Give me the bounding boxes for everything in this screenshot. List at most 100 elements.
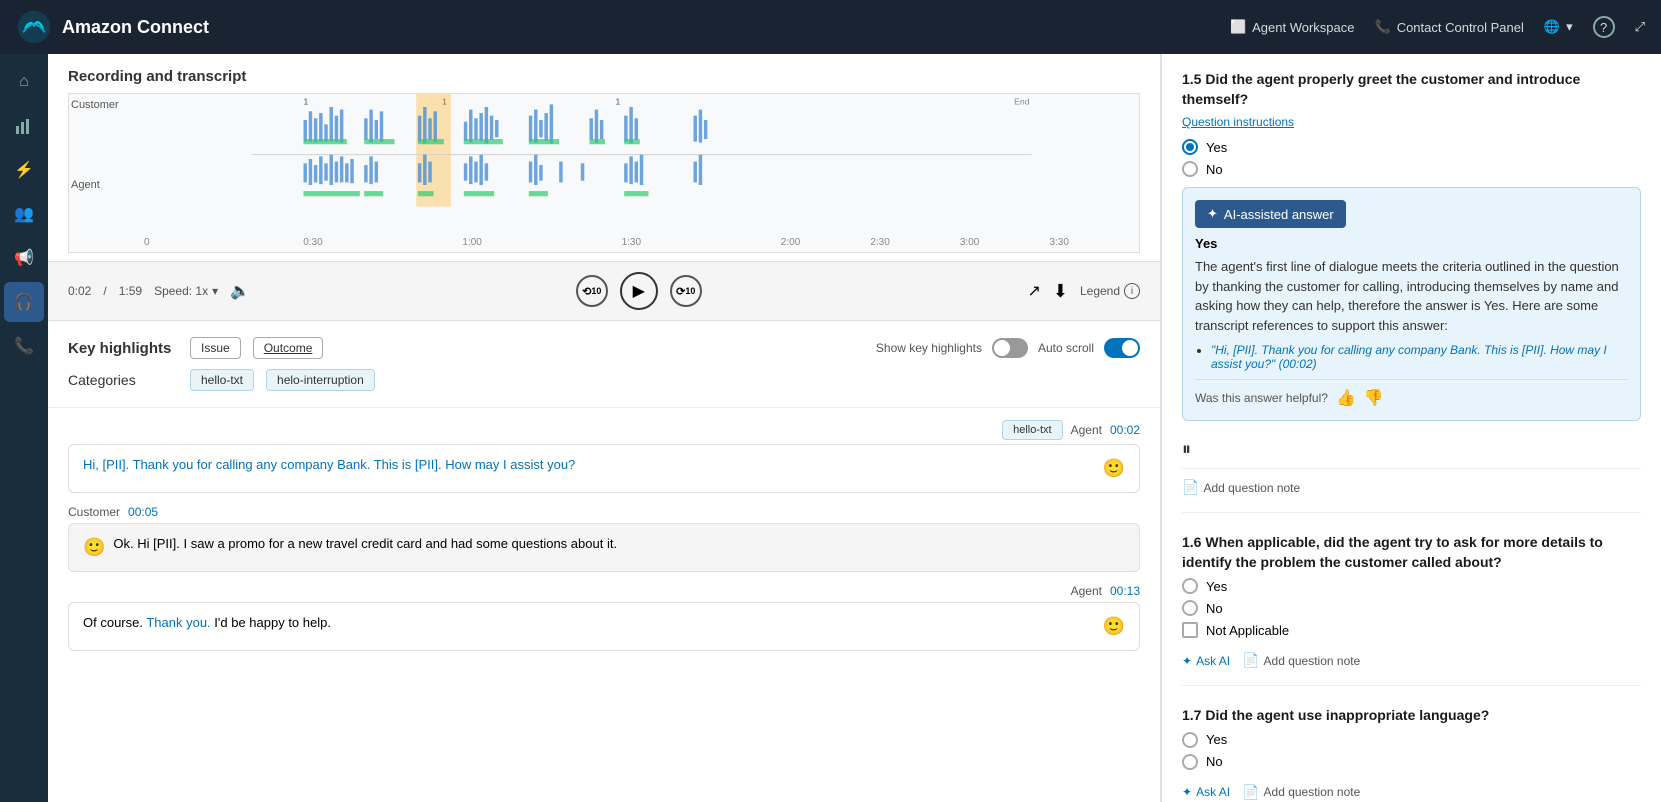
radio-label-no-1-7: No [1206, 754, 1223, 769]
checkbox-label-na-1-6: Not Applicable [1206, 623, 1289, 638]
radio-label-no-1-6: No [1206, 601, 1223, 616]
radio-no-1-6[interactable]: No [1182, 600, 1641, 616]
sidebar-item-analytics[interactable] [4, 106, 44, 146]
radio-yes-1-6[interactable]: Yes [1182, 578, 1641, 594]
play-button[interactable]: ▶ [620, 272, 658, 310]
waveform-area[interactable]: Customer Agent 1 1 1 End [68, 93, 1140, 253]
question-1-7: 1.7 Did the agent use inappropriate lang… [1182, 706, 1641, 802]
globe-icon: 🌐 [1544, 19, 1560, 35]
expand-icon: ⤢ [1635, 19, 1645, 35]
question-1-6-title: 1.6 When applicable, did the agent try t… [1182, 533, 1641, 572]
forward-10-button[interactable]: ⟳10 [670, 275, 702, 307]
language-selector[interactable]: 🌐 ▾ [1544, 19, 1573, 35]
time-tick-0: 0 [144, 237, 150, 248]
transcript-section: hello-txt Agent 00:02 Hi, [PII]. Thank y… [48, 408, 1160, 651]
contact-control-panel-link[interactable]: 📞 Contact Control Panel [1375, 19, 1524, 35]
sidebar-item-megaphone[interactable]: 📢 [4, 238, 44, 278]
bubble-text-3: Of course. Thank you. I'd be happy to he… [83, 613, 1095, 633]
pause-bar-icon: ⏸ [1182, 439, 1191, 460]
sparkle-icon-1-6: ✦ [1182, 654, 1192, 668]
expand-button[interactable]: ⤢ [1635, 19, 1645, 35]
radio-yes-1-5[interactable]: Yes [1182, 139, 1641, 155]
amazon-connect-logo-icon [16, 9, 52, 45]
question-1-5: 1.5 Did the agent properly greet the cus… [1182, 70, 1641, 513]
radio-no-1-7[interactable]: No [1182, 754, 1641, 770]
add-note-1-5[interactable]: 📄 Add question note [1182, 479, 1641, 496]
agent-workspace-link[interactable]: ⬜ Agent Workspace [1230, 19, 1355, 35]
waveform-visualization: 1 1 1 End [144, 94, 1139, 224]
checkbox-na-1-6[interactable]: Not Applicable [1182, 622, 1641, 638]
question-1-5-instructions[interactable]: Question instructions [1182, 115, 1641, 129]
time-total: 1:59 [119, 284, 142, 298]
help-button[interactable]: ? [1593, 16, 1615, 38]
legend-button[interactable]: Legend i [1080, 283, 1140, 299]
radio-circle-yes-1-7 [1182, 732, 1198, 748]
sidebar-item-home[interactable]: ⌂ [4, 62, 44, 102]
sidebar-item-lightning[interactable]: ⚡ [4, 150, 44, 190]
entry-category-hello-txt: hello-txt [1002, 420, 1063, 440]
speaker-time-2[interactable]: 00:05 [128, 505, 158, 519]
note-icon-1-6: 📄 [1242, 652, 1259, 669]
collapsed-pause-section[interactable]: ⏸ [1182, 431, 1641, 469]
note-icon-1-7: 📄 [1242, 784, 1259, 801]
app-title: Amazon Connect [62, 17, 209, 38]
time-tick-300: 3:00 [960, 237, 979, 248]
question-1-5-title: 1.5 Did the agent properly greet the cus… [1182, 70, 1641, 109]
radio-label-yes-1-5: Yes [1206, 140, 1227, 155]
time-display: 0:02 [68, 284, 91, 298]
transcript-entry-3: Agent 00:13 Of course. Thank you. I'd be… [68, 584, 1140, 651]
left-sidebar: ⌂ ⚡ 👥 📢 🎧 📞 [0, 54, 48, 802]
speed-control[interactable]: Speed: 1x ▾ [154, 284, 218, 298]
radio-dot-yes-1-5 [1186, 143, 1194, 151]
thumbs-up-button[interactable]: 👍 [1336, 388, 1356, 408]
speaker-time-3[interactable]: 00:13 [1110, 584, 1140, 598]
audio-controls: 0:02 / 1:59 Speed: 1x ▾ 🔈 ⟲10 ▶ ⟳10 ↗ ⬇ [48, 261, 1160, 320]
add-note-1-7[interactable]: 📄 Add question note [1242, 784, 1360, 801]
sidebar-item-people[interactable]: 👥 [4, 194, 44, 234]
waveform-container: Customer Agent 1 1 1 End [48, 93, 1160, 261]
radio-yes-1-7[interactable]: Yes [1182, 732, 1641, 748]
info-icon: i [1124, 283, 1140, 299]
sidebar-item-phone[interactable]: 📞 [4, 326, 44, 366]
quote-time-link[interactable]: (00:02) [1279, 357, 1317, 371]
checkbox-sq-na-1-6 [1182, 622, 1198, 638]
time-axis: 0 0:30 1:00 1:30 2:00 2:30 3:00 3:30 [144, 232, 1139, 252]
auto-scroll-label: Auto scroll [1038, 341, 1094, 355]
radio-no-1-5[interactable]: No [1182, 161, 1641, 177]
rewind-10-button[interactable]: ⟲10 [576, 275, 608, 307]
show-highlights-toggle[interactable] [992, 338, 1028, 358]
agent-bubble-1: Hi, [PII]. Thank you for calling any com… [68, 444, 1140, 493]
time-tick-130: 1:30 [622, 237, 641, 248]
brand-logo: Amazon Connect [16, 9, 209, 45]
speaker-time-1[interactable]: 00:02 [1110, 423, 1140, 437]
add-note-1-6[interactable]: 📄 Add question note [1242, 652, 1360, 669]
category-hello-txt[interactable]: hello-txt [190, 369, 254, 391]
highlights-row: Key highlights Issue Outcome Show key hi… [68, 337, 1140, 359]
customer-bubble-2: 🙂 Ok. Hi [PII]. I saw a promo for a new … [68, 523, 1140, 572]
radio-circle-no-1-6 [1182, 600, 1198, 616]
question-1-6: 1.6 When applicable, did the agent try t… [1182, 533, 1641, 686]
sidebar-item-headset[interactable]: 🎧 [4, 282, 44, 322]
ai-assisted-answer-button[interactable]: ✦ AI-assisted answer [1195, 200, 1346, 228]
category-helo-interruption[interactable]: helo-interruption [266, 369, 375, 391]
transcript-entry-2: Customer 00:05 🙂 Ok. Hi [PII]. I saw a p… [68, 505, 1140, 572]
ask-ai-1-6[interactable]: ✦ Ask AI [1182, 654, 1230, 668]
ask-ai-1-7[interactable]: ✦ Ask AI [1182, 785, 1230, 799]
recording-section: Recording and transcript Customer Agent … [48, 54, 1160, 321]
radio-label-yes-1-6: Yes [1206, 579, 1227, 594]
download-icon[interactable]: ⬇ [1053, 281, 1068, 302]
ai-answer-quote: "Hi, [PII]. Thank you for calling any co… [1211, 343, 1628, 371]
left-panel: Recording and transcript Customer Agent … [48, 54, 1161, 802]
issue-tag[interactable]: Issue [190, 337, 241, 359]
outcome-tag[interactable]: Outcome [253, 337, 324, 359]
time-tick-30: 0:30 [303, 237, 322, 248]
thumbs-down-button[interactable]: 👎 [1364, 388, 1384, 408]
volume-icon[interactable]: 🔈 [230, 281, 250, 301]
ai-answer-explanation: The agent's first line of dialogue meets… [1195, 257, 1628, 335]
radio-circle-no-1-5 [1182, 161, 1198, 177]
share-icon[interactable]: ↗ [1027, 281, 1040, 301]
highlights-title: Key highlights [68, 340, 178, 357]
auto-scroll-toggle[interactable] [1104, 338, 1140, 358]
time-tick-330: 3:30 [1049, 237, 1068, 248]
ai-answer-result: Yes [1195, 236, 1628, 251]
